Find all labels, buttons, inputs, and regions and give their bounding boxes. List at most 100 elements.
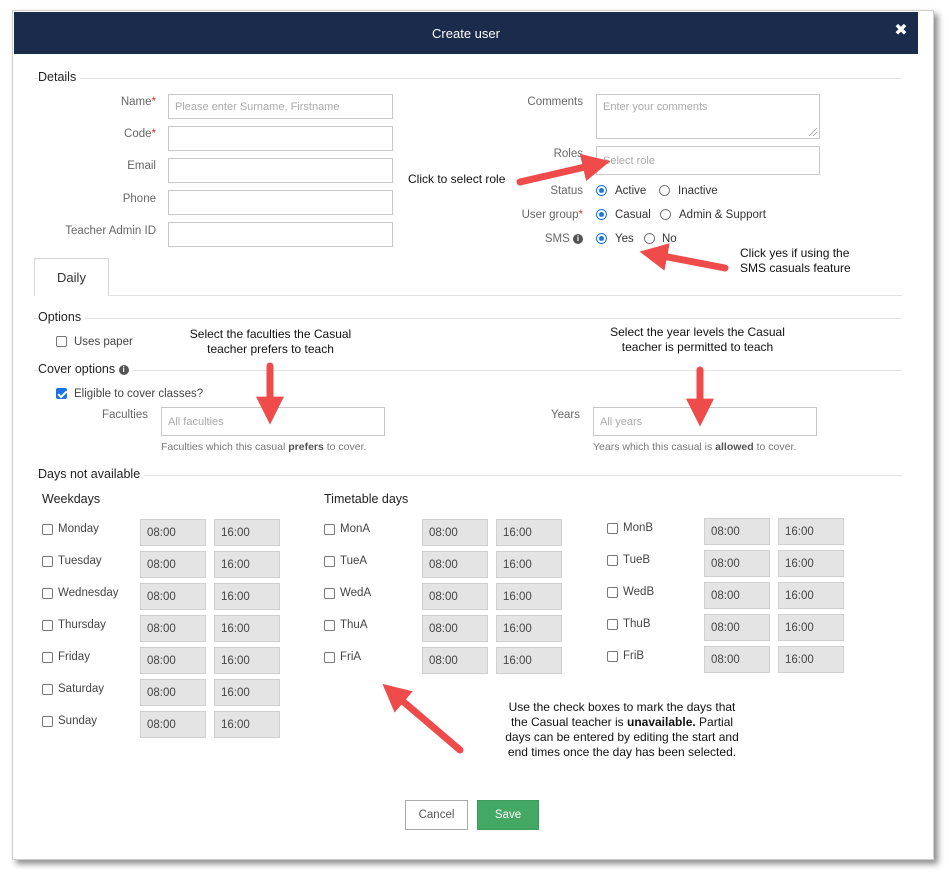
weekday-checkbox[interactable] (42, 652, 53, 663)
uses-paper-checkbox[interactable] (56, 336, 67, 347)
timetable-a-checkbox[interactable] (324, 620, 335, 631)
comments-label: Comments (527, 96, 583, 108)
timetable-a-end-time[interactable]: 16:00 (496, 519, 562, 546)
weekday-end-time[interactable]: 16:00 (214, 519, 280, 546)
annotation-faculties: Select the faculties the Casual teacher p… (189, 327, 352, 356)
timetable-b-checkbox[interactable] (607, 587, 618, 598)
email-label: Email (127, 160, 156, 172)
weekday-end-time[interactable]: 16:00 (214, 583, 280, 610)
code-input[interactable] (168, 126, 393, 151)
timetable-b-end-time[interactable]: 16:00 (778, 550, 844, 577)
timetable-b-start-time[interactable]: 08:00 (704, 646, 770, 673)
weekday-start-time[interactable]: 08:00 (140, 679, 206, 706)
timetable-a-checkbox[interactable] (324, 524, 335, 535)
teacher-admin-id-input[interactable] (168, 222, 393, 247)
timetable-a-start-time[interactable]: 08:00 (422, 519, 488, 546)
weekday-end-time[interactable]: 16:00 (214, 711, 280, 738)
timetable-b-start-time[interactable]: 08:00 (704, 582, 770, 609)
weekday-label: Thursday (58, 619, 106, 631)
roles-select[interactable]: Select role (596, 146, 820, 175)
save-button[interactable]: Save (477, 800, 539, 830)
timetable-b-start-time[interactable]: 08:00 (704, 614, 770, 641)
close-icon[interactable]: ✖ (894, 23, 908, 39)
eligible-checkbox[interactable] (56, 388, 67, 399)
options-rule (34, 318, 902, 319)
email-input[interactable] (168, 158, 393, 183)
status-active-radio[interactable] (596, 185, 607, 196)
timetable-a-label: ThuA (340, 619, 368, 631)
name-input[interactable]: Please enter Surname, Firstname (168, 94, 393, 119)
details-legend: Details (38, 70, 81, 84)
timetable-a-start-time[interactable]: 08:00 (422, 551, 488, 578)
weekday-start-time[interactable]: 08:00 (140, 519, 206, 546)
cancel-button[interactable]: Cancel (405, 800, 468, 830)
sms-yes-radio[interactable] (596, 233, 607, 244)
timetable-a-end-time[interactable]: 16:00 (496, 615, 562, 642)
timetable-a-checkbox[interactable] (324, 588, 335, 599)
timetable-a-end-time[interactable]: 16:00 (496, 647, 562, 674)
user-group-admin-radio[interactable] (660, 209, 671, 220)
tab-daily[interactable]: Daily (34, 258, 109, 296)
faculties-help: Faculties which this casual prefers to c… (161, 441, 367, 453)
weekdays-heading: Weekdays (42, 492, 101, 506)
user-group-casual-label: Casual (615, 209, 651, 221)
timetable-b-start-time[interactable]: 08:00 (704, 518, 770, 545)
timetable-a-start-time[interactable]: 08:00 (422, 615, 488, 642)
timetable-b-checkbox[interactable] (607, 523, 618, 534)
weekday-label: Tuesday (58, 555, 102, 567)
weekday-label: Wednesday (58, 587, 119, 599)
timetable-b-end-time[interactable]: 16:00 (778, 582, 844, 609)
timetable-a-start-time[interactable]: 08:00 (422, 647, 488, 674)
annotation-days: Use the check boxes to mark the days tha… (505, 700, 739, 759)
faculties-select[interactable]: All faculties (161, 407, 385, 436)
weekday-checkbox[interactable] (42, 620, 53, 631)
dialog-title: Create user (432, 25, 500, 41)
timetable-b-checkbox[interactable] (607, 619, 618, 630)
weekday-checkbox[interactable] (42, 684, 53, 695)
timetable-a-end-time[interactable]: 16:00 (496, 583, 562, 610)
weekday-checkbox[interactable] (42, 524, 53, 535)
dialog-titlebar: Create user ✖ (14, 12, 918, 54)
timetable-b-end-time[interactable]: 16:00 (778, 518, 844, 545)
annotation-role: Click to select role (408, 172, 506, 186)
timetable-a-end-time[interactable]: 16:00 (496, 551, 562, 578)
timetable-a-label: MonA (340, 523, 371, 535)
timetable-b-end-time[interactable]: 16:00 (778, 614, 844, 641)
code-label: Code* (124, 128, 156, 140)
status-inactive-radio[interactable] (659, 185, 670, 196)
timetable-b-checkbox[interactable] (607, 555, 618, 566)
timetable-b-end-time[interactable]: 16:00 (778, 646, 844, 673)
weekday-start-time[interactable]: 08:00 (140, 615, 206, 642)
weekday-start-time[interactable]: 08:00 (140, 551, 206, 578)
weekday-checkbox[interactable] (42, 588, 53, 599)
days-rule (34, 475, 902, 476)
weekday-end-time[interactable]: 16:00 (214, 551, 280, 578)
annotation-years: Select the year levels the Casual teacher… (610, 325, 785, 354)
weekday-start-time[interactable]: 08:00 (140, 711, 206, 738)
eligible-label: Eligible to cover classes? (74, 388, 204, 400)
timetable-a-checkbox[interactable] (324, 556, 335, 567)
timetable-a-label: WedA (340, 587, 372, 599)
weekday-start-time[interactable]: 08:00 (140, 583, 206, 610)
years-select[interactable]: All years (593, 407, 817, 436)
user-group-casual-radio[interactable] (596, 209, 607, 220)
weekday-checkbox[interactable] (42, 716, 53, 727)
weekday-end-time[interactable]: 16:00 (214, 647, 280, 674)
timetable-b-checkbox[interactable] (607, 651, 618, 662)
timetable-a-start-time[interactable]: 08:00 (422, 583, 488, 610)
timetable-a-checkbox[interactable] (324, 652, 335, 663)
phone-input[interactable] (168, 190, 393, 215)
weekday-end-time[interactable]: 16:00 (214, 615, 280, 642)
weekday-checkbox[interactable] (42, 556, 53, 567)
comments-textarea[interactable]: Enter your comments (596, 94, 820, 139)
sms-no-radio[interactable] (644, 233, 655, 244)
teacher-admin-id-label: Teacher Admin ID (65, 225, 156, 237)
phone-label: Phone (122, 193, 156, 205)
years-label: Years (551, 409, 580, 421)
weekday-end-time[interactable]: 16:00 (214, 679, 280, 706)
info-icon: i (573, 233, 583, 244)
timetable-b-start-time[interactable]: 08:00 (704, 550, 770, 577)
weekday-start-time[interactable]: 08:00 (140, 647, 206, 674)
resize-grip-icon[interactable] (809, 128, 817, 136)
info-icon: i (118, 364, 129, 375)
